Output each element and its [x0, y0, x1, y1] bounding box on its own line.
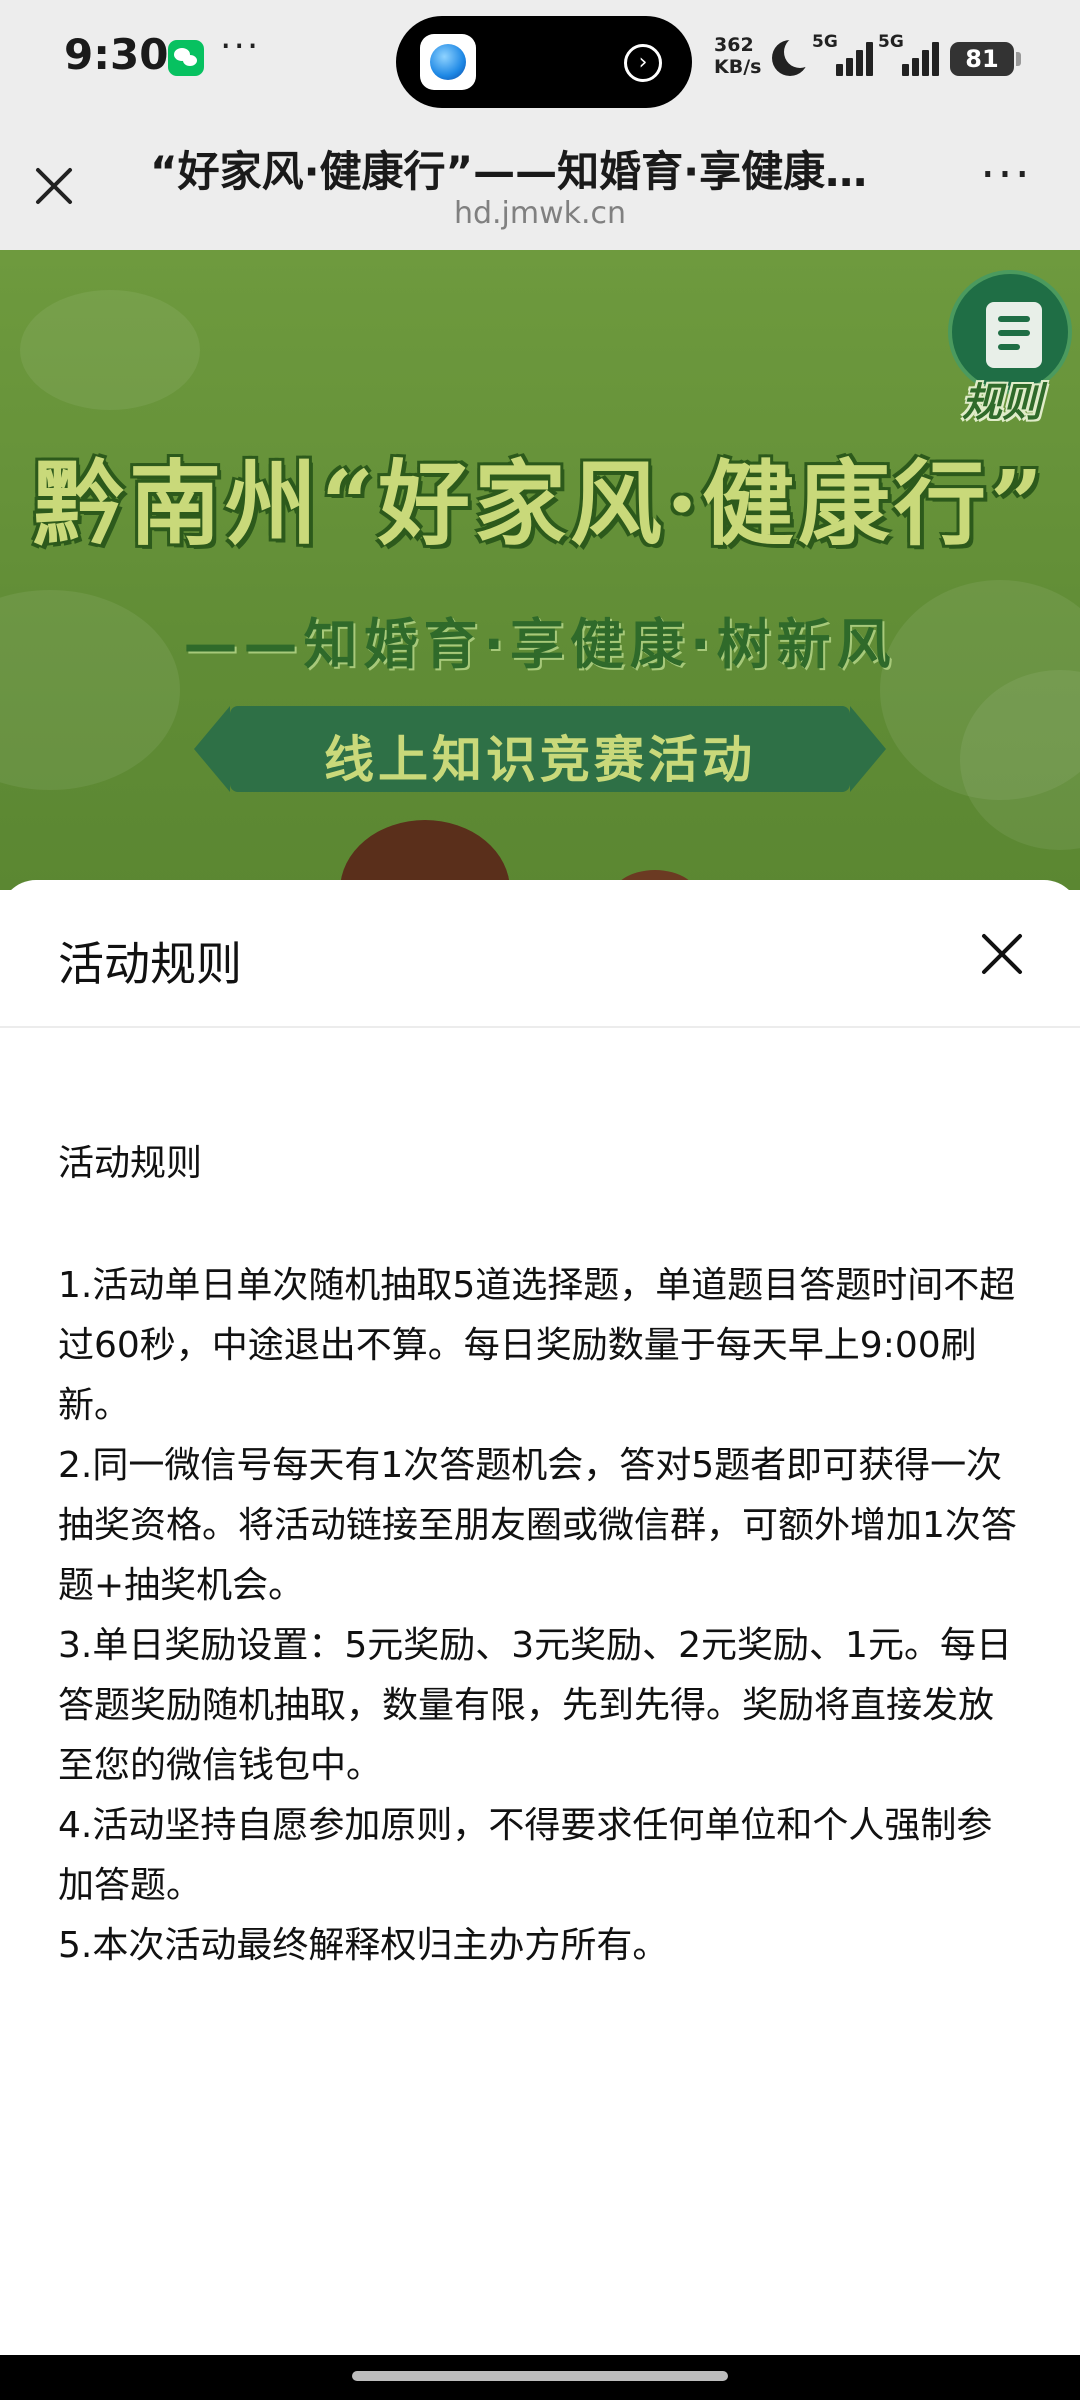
- chevron-right-icon[interactable]: ›: [624, 44, 662, 82]
- activity-banner: 黔南州“好家风·健康行” ——知婚育·享健康·树新风 线上知识竞赛活动 规则: [0, 250, 1080, 890]
- banner-subtitle: ——知婚育·享健康·树新风: [183, 613, 897, 676]
- more-options-icon[interactable]: ···: [976, 151, 1036, 210]
- network-speed-value: 362: [714, 34, 754, 56]
- document-icon: [986, 302, 1042, 368]
- rules-button[interactable]: 规则: [948, 270, 1072, 430]
- rule-item: 1.活动单日单次随机抽取5道选择题，单道题目答题时间不超过60秒，中途退出不算。…: [58, 1265, 1016, 1426]
- do-not-disturb-moon-icon: [772, 36, 816, 76]
- browser-app-icon: [420, 34, 476, 90]
- dynamic-island[interactable]: ›: [396, 16, 692, 108]
- signal-1-icon: 5G: [812, 32, 873, 76]
- cloud-decoration: [20, 290, 200, 410]
- banner-ribbon: 线上知识竞赛活动: [194, 706, 886, 792]
- rule-item: 4.活动坚持自愿参加原则，不得要求任何单位和个人强制参加答题。: [58, 1805, 993, 1906]
- network-speed: 362 KB/s: [714, 34, 761, 78]
- rules-button-label: 规则: [962, 380, 1042, 426]
- rules-sheet: 活动规则 活动规则 1.活动单日单次随机抽取5道选择题，单道题目答题时间不超过6…: [0, 880, 1080, 2355]
- rule-item: 2.同一微信号每天有1次答题机会，答对5题者即可获得一次抽奖资格。将活动链接至朋…: [58, 1445, 1017, 1606]
- home-indicator[interactable]: [352, 2371, 728, 2381]
- banner-title: 黔南州“好家风·健康行”: [33, 450, 1047, 558]
- rules-heading: 活动规则: [58, 1143, 203, 1184]
- banner-ribbon-text: 线上知识竞赛活动: [324, 731, 756, 789]
- page-url: hd.jmwk.cn: [453, 196, 627, 231]
- signal-2-label: 5G: [878, 32, 904, 52]
- signal-1-label: 5G: [812, 32, 838, 52]
- close-icon[interactable]: [978, 930, 1026, 978]
- rule-item: 3.单日奖励设置：5元奖励、3元奖励、2元奖励、1元。每日答题奖励随机抽取，数量…: [58, 1625, 1012, 1786]
- rules-list: 1.活动单日单次随机抽取5道选择题，单道题目答题时间不超过60秒，中途退出不算。…: [58, 1256, 1028, 1976]
- signal-2-icon: 5G: [878, 32, 939, 76]
- wechat-icon: [168, 40, 204, 76]
- network-speed-unit: KB/s: [714, 56, 762, 78]
- status-time: 9:30: [64, 30, 169, 79]
- browser-nav-bar: “好家风·健康行”——知婚育·享健康… hd.jmwk.cn ···: [0, 120, 1080, 250]
- status-bar: 9:30 ··· › 362 KB/s 5G 5G 81: [0, 0, 1080, 120]
- page-title: “好家风·健康行”——知婚育·享健康…: [150, 147, 868, 196]
- rule-item: 5.本次活动最终解释权归主办方所有。: [58, 1925, 669, 1966]
- system-nav-bar: [0, 2355, 1080, 2400]
- rules-sheet-header: 活动规则: [0, 880, 1080, 1028]
- status-more-icon: ···: [220, 26, 261, 67]
- rules-sheet-title: 活动规则: [58, 937, 242, 991]
- battery-icon: 81: [950, 42, 1021, 76]
